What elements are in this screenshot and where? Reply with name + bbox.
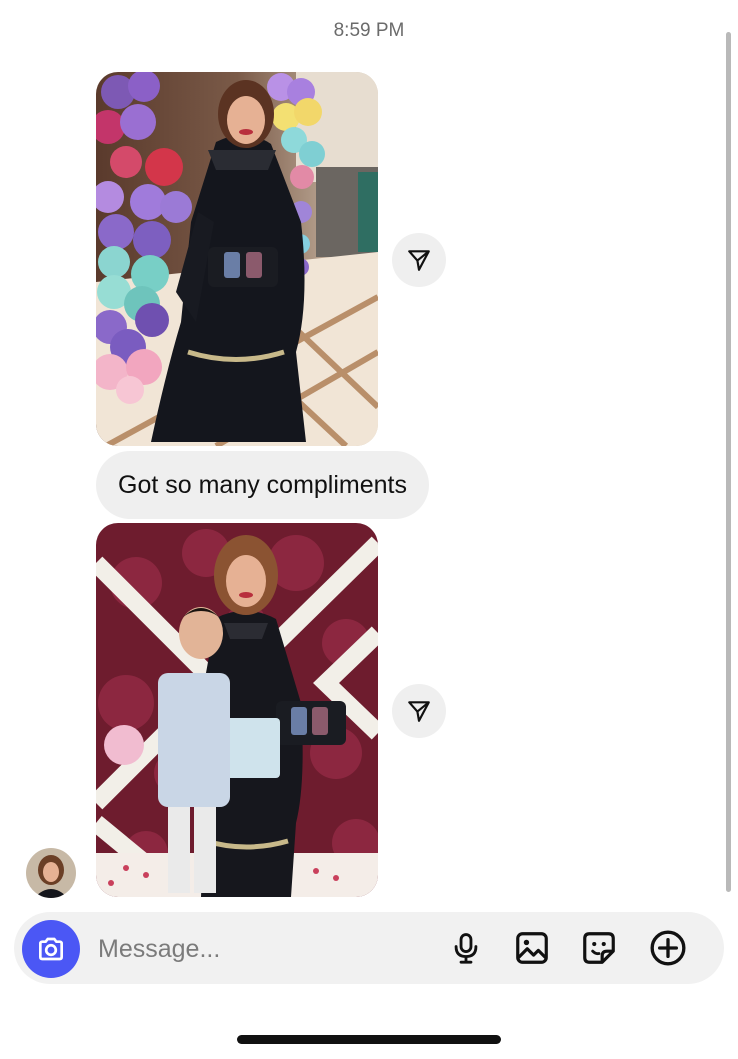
more-button[interactable] [648,928,688,968]
sticker-button[interactable] [579,928,619,968]
photo-message-1[interactable] [96,72,378,446]
message-bubble[interactable]: Got so many compliments [96,451,429,519]
sticker-icon [583,932,615,964]
message-input[interactable] [96,928,430,970]
share-button[interactable] [392,684,446,738]
timestamp: 8:59 PM [333,20,405,41]
plus-icon [650,930,686,966]
photo-2-image [96,523,378,897]
paper-plane-icon [408,250,430,271]
avatar-image [26,848,76,898]
paper-plane-icon [408,701,430,722]
home-indicator[interactable] [237,1035,501,1044]
camera-button[interactable] [22,920,80,978]
share-button[interactable] [392,233,446,287]
scrollbar[interactable] [726,32,731,892]
microphone-button[interactable] [446,928,486,968]
gallery-icon [516,932,548,964]
microphone-icon [454,933,478,964]
photo-message-2[interactable] [96,523,378,897]
message-composer [14,912,724,984]
photo-1-image [96,72,378,446]
gallery-button[interactable] [512,928,552,968]
camera-icon [39,937,63,961]
avatar[interactable] [26,848,76,898]
